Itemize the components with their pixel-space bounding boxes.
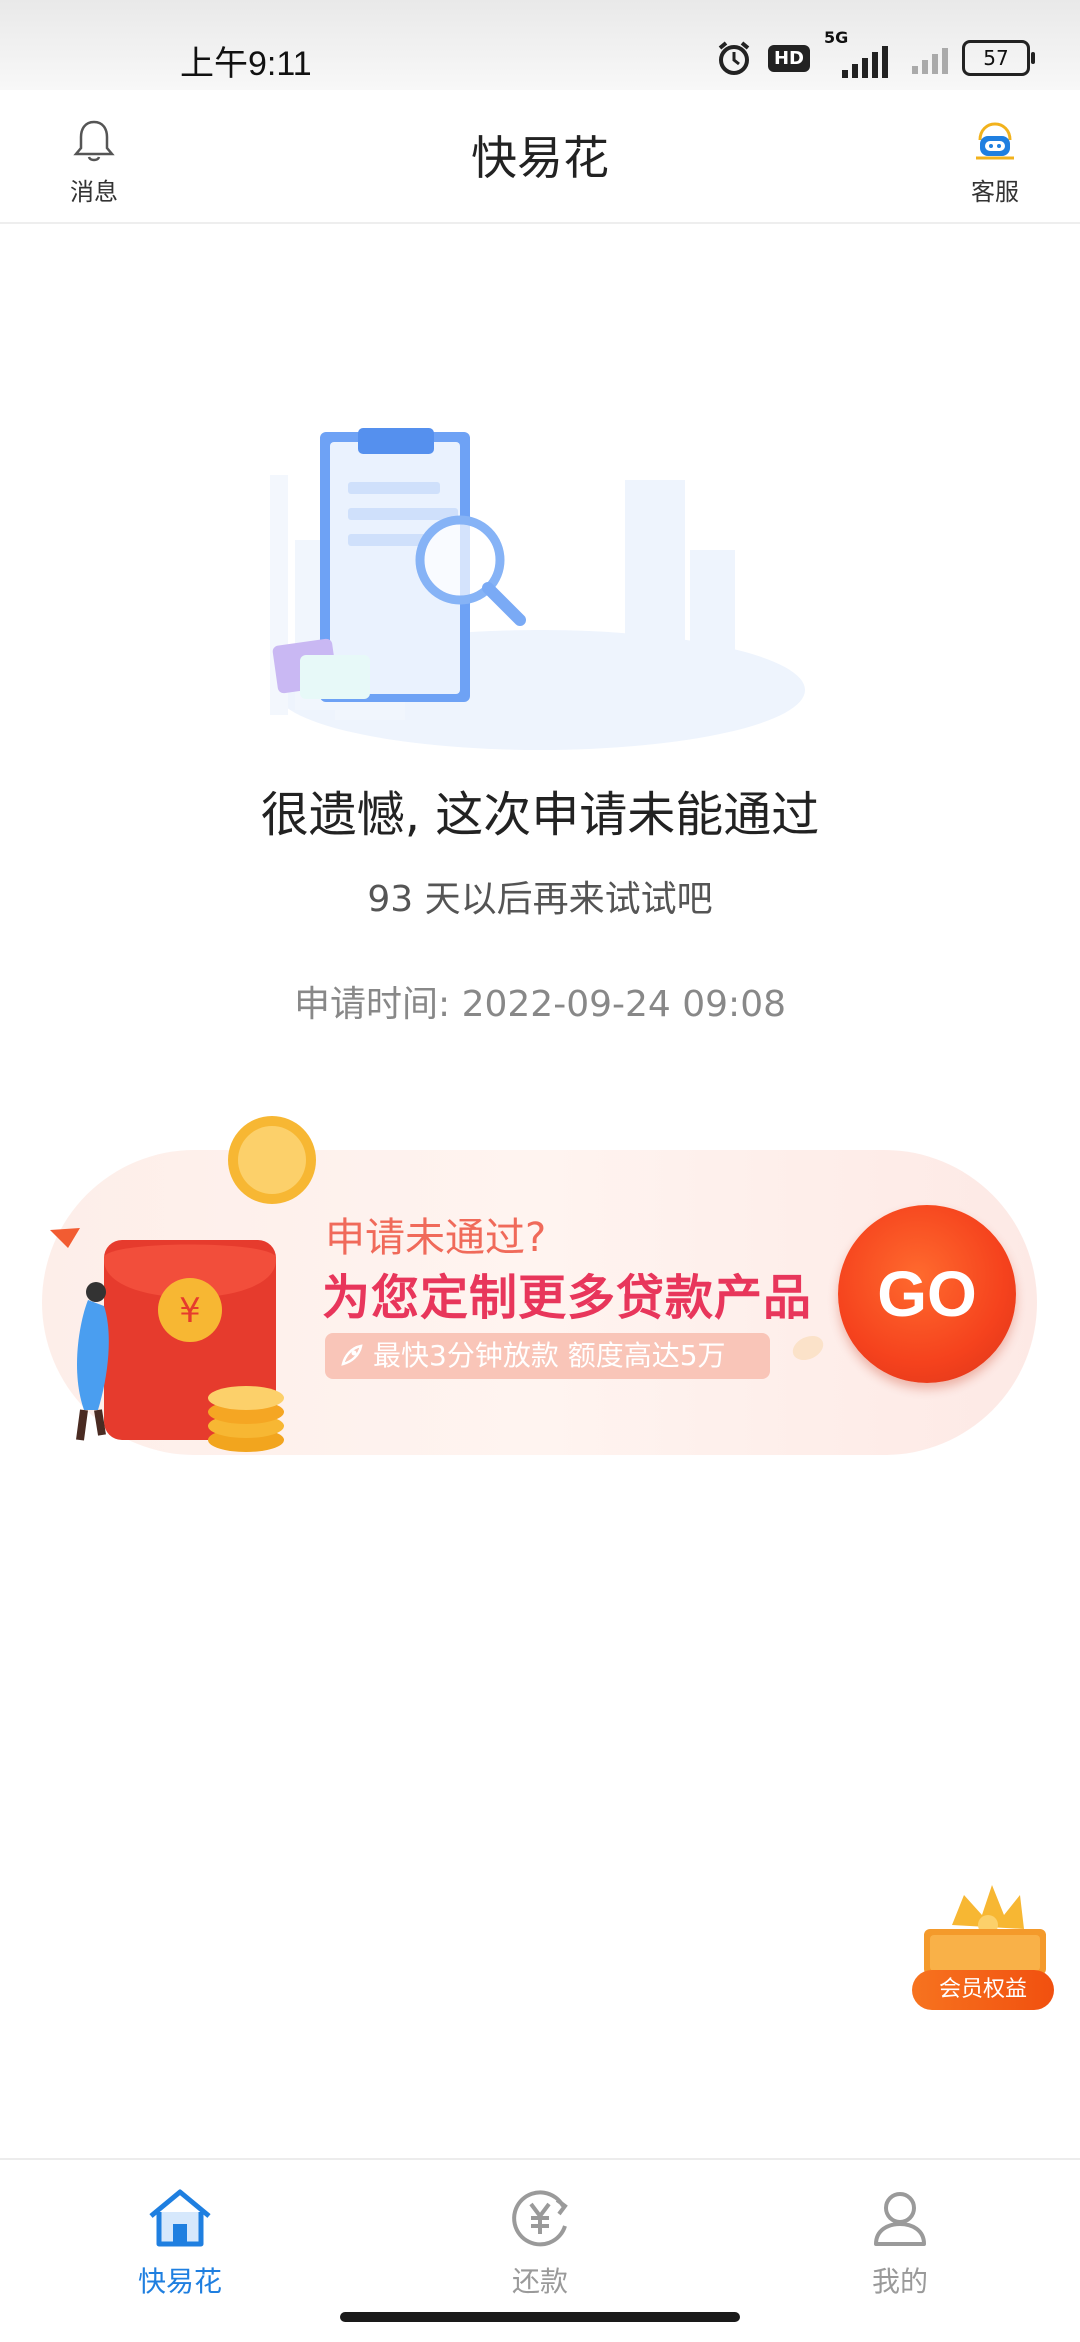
tab-repay-label: 还款: [511, 2265, 568, 2298]
rejected-clipboard-illustration: [270, 428, 805, 750]
app-header: 消息 快易花 客服: [0, 90, 1080, 224]
battery-icon: 57: [962, 40, 1035, 76]
member-benefits-button[interactable]: 会员权益: [912, 1970, 1054, 2010]
customer-service-button[interactable]: 客服: [950, 118, 1040, 207]
application-time-value: 2022-09-24 09:08: [461, 984, 786, 1025]
coin-decoration-icon: [792, 1335, 824, 1361]
svg-text:¥: ¥: [179, 1291, 201, 1331]
tab-mine-label: 我的: [871, 2265, 928, 2298]
tab-repay[interactable]: 还款: [440, 2186, 640, 2300]
retry-hint: 93 天以后再来试试吧: [367, 879, 713, 920]
application-time-label: 申请时间:: [294, 984, 451, 1025]
tab-home[interactable]: 快易花: [80, 2186, 280, 2300]
home-indicator[interactable]: [340, 2312, 740, 2322]
network-label: 5G: [824, 28, 849, 47]
status-icons: HD 5G 57: [714, 28, 1035, 80]
banner-headline: 为您定制更多贷款产品: [322, 1270, 813, 1326]
banner-perks: 最快3分钟放款 额度高达5万: [325, 1333, 770, 1379]
alarm-icon: [718, 41, 750, 75]
page-title: 快易花: [471, 131, 609, 185]
signal-5g-icon: 5G: [824, 28, 898, 78]
application-time: 申请时间: 2022-09-24 09:08: [0, 975, 1080, 1027]
banner-perks-text: 最快3分钟放款 额度高达5万: [373, 1339, 726, 1372]
go-button[interactable]: GO: [838, 1205, 1016, 1383]
result-title: 很遗憾, 这次申请未能通过: [260, 787, 820, 843]
home-icon: [149, 2189, 211, 2247]
banner-question: 申请未通过?: [325, 1215, 547, 1261]
red-envelope-illustration: ¥: [50, 1116, 316, 1452]
repay-yuan-icon: [512, 2190, 568, 2247]
customer-service-label: 客服: [971, 178, 1019, 206]
status-bar: 上午9:11 HD 5G 57: [0, 0, 1080, 90]
tab-mine[interactable]: 我的: [800, 2186, 1000, 2300]
tab-home-label: 快易花: [137, 2265, 222, 2298]
signal-sim2-icon: [912, 42, 948, 74]
rocket-icon: [341, 1344, 363, 1366]
user-icon: [874, 2192, 926, 2246]
status-time: 上午9:11: [180, 45, 312, 83]
hd-badge: HD: [767, 44, 810, 72]
customer-service-icon: [976, 122, 1014, 160]
battery-level: 57: [983, 46, 1009, 70]
